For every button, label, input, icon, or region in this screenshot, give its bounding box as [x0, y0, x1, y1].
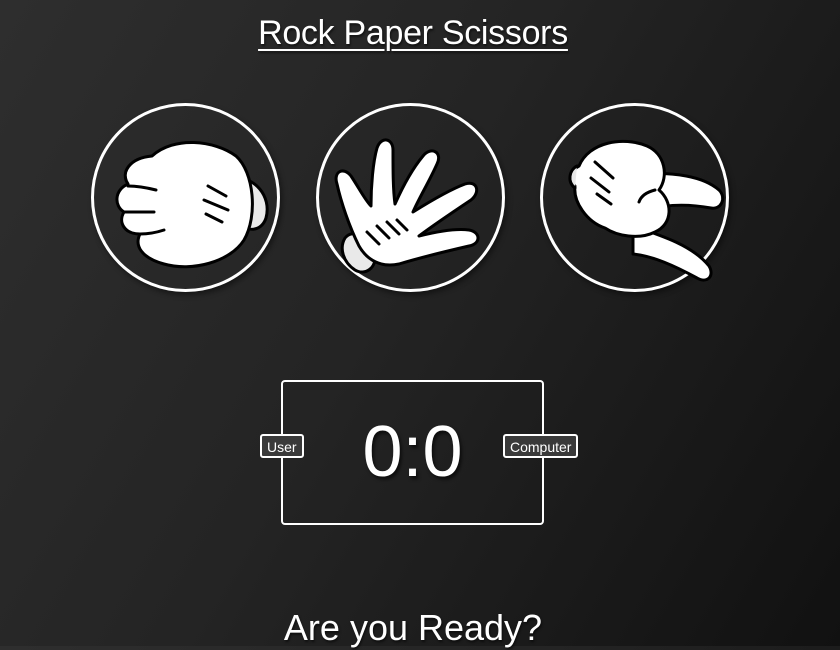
rock-hand-icon [115, 141, 269, 269]
scissors-hand-icon [568, 139, 725, 282]
paper-hand-icon [334, 138, 480, 274]
computer-score-badge: Computer [503, 434, 579, 458]
paper-choice-button[interactable] [316, 103, 505, 292]
status-message: Are you Ready? [283, 607, 543, 648]
user-score-badge: User [260, 434, 304, 458]
rock-choice-button[interactable] [91, 103, 280, 292]
page-title: Rock Paper Scissors [258, 14, 568, 52]
scissors-choice-button[interactable] [540, 103, 729, 292]
